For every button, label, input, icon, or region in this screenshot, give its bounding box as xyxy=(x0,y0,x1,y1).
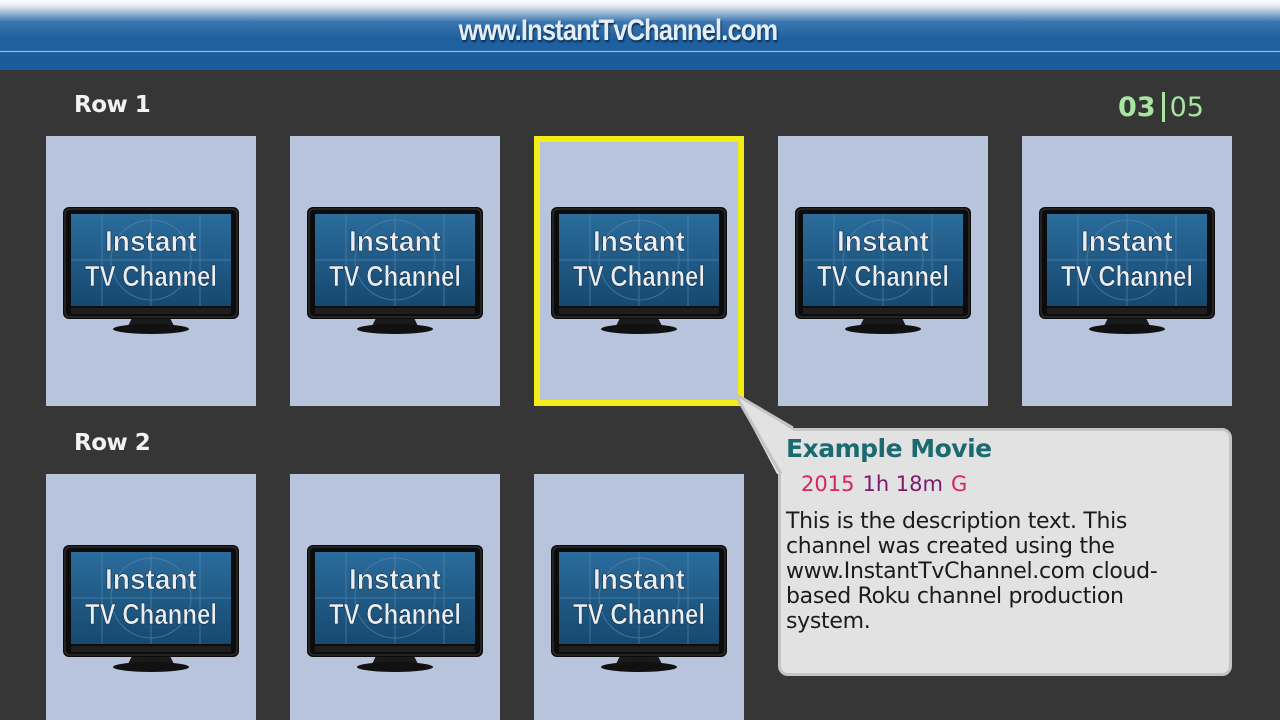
row-2-tile-2[interactable]: Instant TV Channel xyxy=(290,474,500,720)
svg-text:Instant: Instant xyxy=(1081,226,1173,258)
row-1-tile-4[interactable]: Instant TV Channel xyxy=(778,136,988,406)
counter-current: 03 xyxy=(1118,92,1156,123)
position-counter: 03 05 xyxy=(1118,92,1204,124)
svg-text:TV Channel: TV Channel xyxy=(329,599,461,631)
row-1-tile-3-selected[interactable]: Instant TV Channel xyxy=(534,136,744,406)
tv-poster-icon: Instant TV Channel xyxy=(550,544,728,676)
svg-text:Instant: Instant xyxy=(349,226,441,258)
svg-text:Instant: Instant xyxy=(837,226,929,258)
row-2-tile-3[interactable]: Instant TV Channel xyxy=(534,474,744,720)
svg-text:Instant: Instant xyxy=(593,226,685,258)
row-1-label: Row 1 xyxy=(74,92,151,118)
row-1-tile-2[interactable]: Instant TV Channel xyxy=(290,136,500,406)
svg-text:Instant: Instant xyxy=(105,226,197,258)
svg-text:Instant: Instant xyxy=(105,564,197,596)
movie-year: 2015 xyxy=(801,472,855,496)
tv-poster-icon: Instant TV Channel xyxy=(550,206,728,338)
tv-poster-icon: Instant TV Channel xyxy=(62,544,240,676)
svg-text:TV Channel: TV Channel xyxy=(85,599,217,631)
movie-runtime: 1h 18m xyxy=(862,472,943,496)
svg-text:TV Channel: TV Channel xyxy=(573,261,705,293)
movie-rating: G xyxy=(950,472,968,496)
movie-meta: 2015 1h 18m G xyxy=(801,472,967,496)
row-2-tile-1[interactable]: Instant TV Channel xyxy=(46,474,256,720)
channel-url-title: www.InstantTvChannel.com xyxy=(458,14,779,47)
svg-text:Instant: Instant xyxy=(593,564,685,596)
movie-title: Example Movie xyxy=(786,434,992,463)
svg-text:TV Channel: TV Channel xyxy=(1061,261,1193,293)
header-bar: www.InstantTvChannel.com xyxy=(0,0,1280,70)
counter-divider xyxy=(1161,92,1165,122)
tv-poster-icon: Instant TV Channel xyxy=(306,544,484,676)
svg-text:TV Channel: TV Channel xyxy=(573,599,705,631)
movie-description: This is the description text. This chann… xyxy=(786,509,1158,634)
tv-poster-icon: Instant TV Channel xyxy=(794,206,972,338)
svg-text:Instant: Instant xyxy=(349,564,441,596)
tv-poster-icon: Instant TV Channel xyxy=(306,206,484,338)
svg-text:TV Channel: TV Channel xyxy=(85,261,217,293)
svg-text:TV Channel: TV Channel xyxy=(817,261,949,293)
svg-text:TV Channel: TV Channel xyxy=(329,261,461,293)
row-2-label: Row 2 xyxy=(74,430,151,456)
tv-poster-icon: Instant TV Channel xyxy=(62,206,240,338)
row-1-tile-5[interactable]: Instant TV Channel xyxy=(1022,136,1232,406)
tv-poster-icon: Instant TV Channel xyxy=(1038,206,1216,338)
row-1-tile-1[interactable]: Instant TV Channel xyxy=(46,136,256,406)
counter-total: 05 xyxy=(1169,92,1204,123)
